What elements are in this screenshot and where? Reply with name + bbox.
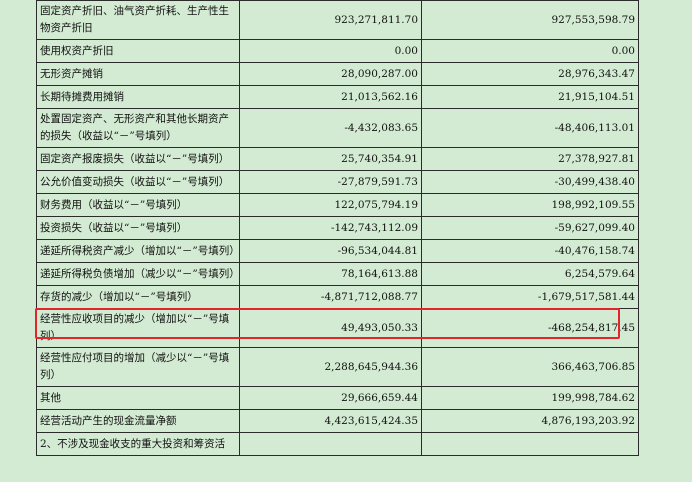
prior-period-amount: -59,627,099.40 bbox=[421, 216, 639, 240]
table-row: 固定资产报废损失（收益以“－”号填列） 25,740,354.91 27,378,9… bbox=[36, 147, 639, 171]
table-row: 经营性应收项目的减少（增加以“－”号填列） 49,493,050.33 -468,2… bbox=[36, 308, 639, 348]
table-row: 无形资产摊销 28,090,287.00 28,976,343.47 bbox=[36, 62, 639, 86]
row-label: 经营性应收项目的减少（增加以“－”号填列） bbox=[36, 308, 240, 348]
cash-flow-supplement-sheet: 固定资产折旧、油气资产折耗、生产性生物资产折旧 923,271,811.70 927… bbox=[0, 0, 692, 482]
current-period-amount: -4,432,083.65 bbox=[239, 108, 422, 148]
prior-period-amount: 21,915,104.51 bbox=[421, 85, 639, 109]
table-row: 递延所得税负债增加（减少以“－”号填列） 78,164,613.88 6,254,5… bbox=[36, 262, 639, 286]
row-label: 使用权资产折旧 bbox=[36, 39, 240, 63]
row-label: 公允价值变动损失（收益以“－”号填列） bbox=[36, 170, 240, 194]
prior-period-amount: -48,406,113.01 bbox=[421, 108, 639, 148]
table-row: 经营性应付项目的增加（减少以“－”号填列） 2,288,645,944.36 366… bbox=[36, 347, 639, 387]
table-body: 固定资产折旧、油气资产折耗、生产性生物资产折旧 923,271,811.70 927… bbox=[36, 0, 639, 456]
current-period-amount: 923,271,811.70 bbox=[239, 0, 422, 40]
table-row: 长期待摊费用摊销 21,013,562.16 21,915,104.51 bbox=[36, 85, 639, 109]
row-label: 其他 bbox=[36, 386, 240, 410]
current-period-amount: 29,666,659.44 bbox=[239, 386, 422, 410]
table-row: 经营活动产生的现金流量净额 4,423,615,424.35 4,876,193,2… bbox=[36, 409, 639, 433]
current-period-amount: -142,743,112.09 bbox=[239, 216, 422, 240]
row-label: 无形资产摊销 bbox=[36, 62, 240, 86]
row-label: 财务费用（收益以“－”号填列） bbox=[36, 193, 240, 217]
prior-period-amount bbox=[421, 432, 639, 456]
row-label: 固定资产报废损失（收益以“－”号填列） bbox=[36, 147, 240, 171]
row-label: 固定资产折旧、油气资产折耗、生产性生物资产折旧 bbox=[36, 0, 240, 40]
row-label: 处置固定资产、无形资产和其他长期资产的损失（收益以“－”号填列） bbox=[36, 108, 240, 148]
current-period-amount: -27,879,591.73 bbox=[239, 170, 422, 194]
current-period-amount: 21,013,562.16 bbox=[239, 85, 422, 109]
table-row: 公允价值变动损失（收益以“－”号填列） -27,879,591.73 -30,499… bbox=[36, 170, 639, 194]
table-row: 2、不涉及现金收支的重大投资和筹资活 bbox=[36, 432, 639, 456]
row-label: 经营性应付项目的增加（减少以“－”号填列） bbox=[36, 347, 240, 387]
prior-period-amount: 198,992,109.55 bbox=[421, 193, 639, 217]
current-period-amount: 4,423,615,424.35 bbox=[239, 409, 422, 433]
row-label: 经营活动产生的现金流量净额 bbox=[36, 409, 240, 433]
current-period-amount: 28,090,287.00 bbox=[239, 62, 422, 86]
row-label: 长期待摊费用摊销 bbox=[36, 85, 240, 109]
row-label: 递延所得税资产减少（增加以“－”号填列） bbox=[36, 239, 240, 263]
table-row: 其他 29,666,659.44 199,998,784.62 bbox=[36, 386, 639, 410]
prior-period-amount: 4,876,193,203.92 bbox=[421, 409, 639, 433]
prior-period-amount: -468,254,817.45 bbox=[421, 308, 639, 348]
current-period-amount: -4,871,712,088.77 bbox=[239, 285, 422, 309]
current-period-amount: 78,164,613.88 bbox=[239, 262, 422, 286]
table-row: 存货的减少（增加以“－”号填列） -4,871,712,088.77 -1,679,… bbox=[36, 285, 639, 309]
row-label: 2、不涉及现金收支的重大投资和筹资活 bbox=[36, 432, 240, 456]
table-row: 财务费用（收益以“－”号填列） 122,075,794.19 198,992,109… bbox=[36, 193, 639, 217]
prior-period-amount: -30,499,438.40 bbox=[421, 170, 639, 194]
prior-period-amount: 6,254,579.64 bbox=[421, 262, 639, 286]
current-period-amount: -96,534,044.81 bbox=[239, 239, 422, 263]
current-period-amount bbox=[239, 432, 422, 456]
row-label: 存货的减少（增加以“－”号填列） bbox=[36, 285, 240, 309]
prior-period-amount: 927,553,598.79 bbox=[421, 0, 639, 40]
current-period-amount: 2,288,645,944.36 bbox=[239, 347, 422, 387]
prior-period-amount: 27,378,927.81 bbox=[421, 147, 639, 171]
table-row: 处置固定资产、无形资产和其他长期资产的损失（收益以“－”号填列） -4,432,0… bbox=[36, 108, 639, 148]
table-row: 固定资产折旧、油气资产折耗、生产性生物资产折旧 923,271,811.70 927… bbox=[36, 0, 639, 40]
prior-period-amount: -1,679,517,581.44 bbox=[421, 285, 639, 309]
table-row: 使用权资产折旧 0.00 0.00 bbox=[36, 39, 639, 63]
table-row: 投资损失（收益以“－”号填列） -142,743,112.09 -59,627,09… bbox=[36, 216, 639, 240]
prior-period-amount: 28,976,343.47 bbox=[421, 62, 639, 86]
current-period-amount: 122,075,794.19 bbox=[239, 193, 422, 217]
row-label: 投资损失（收益以“－”号填列） bbox=[36, 216, 240, 240]
prior-period-amount: 199,998,784.62 bbox=[421, 386, 639, 410]
prior-period-amount: 0.00 bbox=[421, 39, 639, 63]
current-period-amount: 49,493,050.33 bbox=[239, 308, 422, 348]
row-label: 递延所得税负债增加（减少以“－”号填列） bbox=[36, 262, 240, 286]
prior-period-amount: -40,476,158.74 bbox=[421, 239, 639, 263]
current-period-amount: 25,740,354.91 bbox=[239, 147, 422, 171]
current-period-amount: 0.00 bbox=[239, 39, 422, 63]
table-row: 递延所得税资产减少（增加以“－”号填列） -96,534,044.81 -40,47… bbox=[36, 239, 639, 263]
cash-flow-table: 固定资产折旧、油气资产折耗、生产性生物资产折旧 923,271,811.70 927… bbox=[36, 0, 639, 456]
prior-period-amount: 366,463,706.85 bbox=[421, 347, 639, 387]
